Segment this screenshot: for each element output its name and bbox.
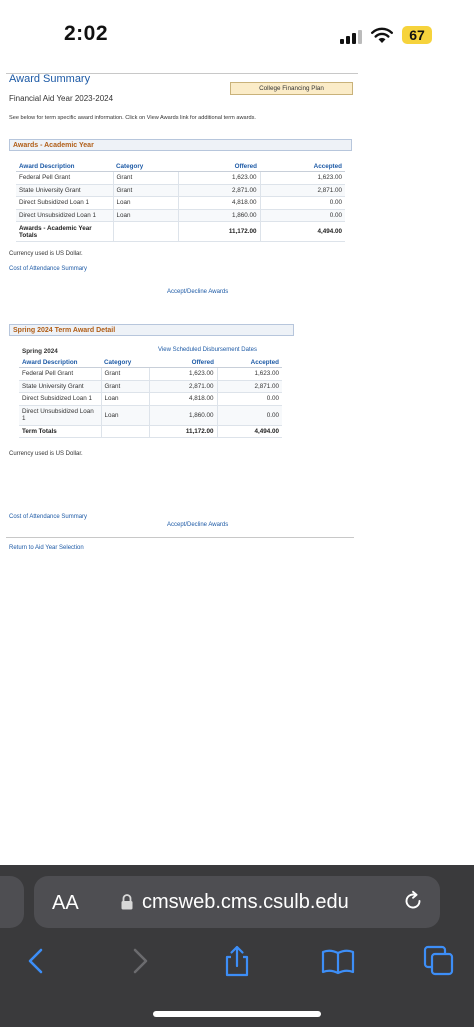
accept-decline-awards-link[interactable]: Accept/Decline Awards xyxy=(167,289,228,295)
award-offered: 4,818.00 xyxy=(148,392,217,406)
award-description: Direct Unsubsidized Loan 1 xyxy=(19,405,101,426)
col-offered: Offered xyxy=(149,357,217,368)
table-row: Federal Pell Grant Grant 1,623.00 1,623.… xyxy=(19,367,282,381)
award-description: State University Grant xyxy=(16,184,113,197)
return-to-aid-year-link[interactable]: Return to Aid Year Selection xyxy=(9,545,84,551)
table-row: State University Grant Grant 2,871.00 2,… xyxy=(16,184,345,197)
award-accepted: 2,871.00 xyxy=(216,380,282,393)
reader-options-button[interactable]: AA xyxy=(52,892,79,915)
table-row: Direct Unsubsidized Loan 1 Loan 1,860.00… xyxy=(16,209,345,222)
award-offered: 4,818.00 xyxy=(177,196,260,210)
currency-note: Currency used is US Dollar. xyxy=(9,251,83,257)
award-accepted: 0.00 xyxy=(216,392,282,406)
term-currency-note: Currency used is US Dollar. xyxy=(9,451,83,457)
page-title: Award Summary xyxy=(9,73,91,85)
totals-accepted: 4,494.00 xyxy=(216,425,282,438)
home-indicator xyxy=(153,1011,321,1017)
award-offered: 1,860.00 xyxy=(148,405,217,426)
totals-row: Awards - Academic Year Totals 11,172.00 4… xyxy=(16,221,345,242)
term-cost-of-attendance-link[interactable]: Cost of Attendance Summary xyxy=(9,514,87,520)
award-description: Federal Pell Grant xyxy=(19,367,101,381)
totals-offered: 11,172.00 xyxy=(148,425,217,438)
bookmarks-icon[interactable] xyxy=(321,944,355,978)
award-description-line2: 1 xyxy=(22,415,26,422)
lock-icon xyxy=(121,894,133,910)
previous-tab-edge[interactable] xyxy=(0,876,24,928)
battery-indicator: 67 xyxy=(402,26,432,44)
col-accepted: Accepted xyxy=(260,161,345,172)
award-category: Grant xyxy=(100,380,149,393)
footer-divider xyxy=(6,537,354,538)
table-row: State University Grant Grant 2,871.00 2,… xyxy=(19,380,282,393)
instructions-text: See below for term specific award inform… xyxy=(9,115,256,121)
award-accepted: 0.00 xyxy=(216,405,282,426)
award-offered: 1,623.00 xyxy=(148,367,217,381)
award-category: Loan xyxy=(112,209,178,222)
award-accepted: 0.00 xyxy=(259,196,345,210)
totals-category xyxy=(100,425,149,438)
back-icon[interactable] xyxy=(20,944,54,978)
totals-offered: 11,172.00 xyxy=(177,221,260,242)
totals-label: Term Totals xyxy=(19,425,101,438)
totals-accepted: 4,494.00 xyxy=(259,221,345,242)
award-description: Direct Subsidized Loan 1 xyxy=(16,196,113,210)
award-offered: 2,871.00 xyxy=(148,380,217,393)
cellular-signal-icon xyxy=(340,28,362,44)
view-scheduled-disbursement-link[interactable]: View Scheduled Disbursement Dates xyxy=(158,347,257,353)
award-description-line1: Direct Unsubsidized Loan xyxy=(22,408,94,415)
term-section-header: Spring 2024 Term Award Detail xyxy=(9,324,294,336)
award-category: Loan xyxy=(100,405,149,426)
academic-year-awards-table: Award Description Category Offered Accep… xyxy=(16,161,345,242)
col-category: Category xyxy=(113,161,178,172)
academic-year-section-header: Awards - Academic Year xyxy=(9,139,352,151)
award-accepted: 1,623.00 xyxy=(216,367,282,381)
tabs-icon[interactable] xyxy=(422,944,456,978)
table-header-row: Award Description Category Offered Accep… xyxy=(16,161,345,172)
table-header-row: Award Description Category Offered Accep… xyxy=(19,357,282,368)
award-offered: 1,623.00 xyxy=(177,171,260,185)
award-category: Loan xyxy=(100,392,149,406)
award-category: Grant xyxy=(100,367,149,381)
term-accept-decline-awards-link[interactable]: Accept/Decline Awards xyxy=(167,522,228,528)
term-awards-table: Award Description Category Offered Accep… xyxy=(19,357,282,438)
award-description: State University Grant xyxy=(19,380,101,393)
totals-label-line1: Awards - Academic Year xyxy=(19,224,92,232)
award-description: Direct Subsidized Loan 1 xyxy=(19,392,101,406)
totals-label: Awards - Academic Year Totals xyxy=(16,221,113,242)
totals-row: Term Totals 11,172.00 4,494.00 xyxy=(19,425,282,438)
award-category: Grant xyxy=(112,171,178,185)
award-offered: 2,871.00 xyxy=(177,184,260,197)
award-description: Direct Unsubsidized Loan 1 xyxy=(16,209,113,222)
col-offered: Offered xyxy=(178,161,260,172)
award-offered: 1,860.00 xyxy=(177,209,260,222)
award-accepted: 0.00 xyxy=(259,209,345,222)
award-category: Grant xyxy=(112,184,178,197)
table-row: Federal Pell Grant Grant 1,623.00 1,623.… xyxy=(16,171,345,185)
cost-of-attendance-link[interactable]: Cost of Attendance Summary xyxy=(9,266,87,272)
award-accepted: 1,623.00 xyxy=(259,171,345,185)
award-description: Federal Pell Grant xyxy=(16,171,113,185)
aid-year-label: Financial Aid Year 2023-2024 xyxy=(9,94,114,103)
reload-icon[interactable] xyxy=(402,890,424,912)
award-category: Loan xyxy=(112,196,178,210)
col-accepted: Accepted xyxy=(217,357,282,368)
term-label: Spring 2024 xyxy=(22,348,58,355)
url-text[interactable]: cmsweb.cms.csulb.edu xyxy=(142,891,349,914)
totals-label-line2: Totals xyxy=(19,231,38,239)
totals-category xyxy=(112,221,178,242)
col-category: Category xyxy=(101,357,149,368)
title-divider xyxy=(6,73,358,74)
col-award-description: Award Description xyxy=(16,161,113,172)
table-row: Direct Unsubsidized Loan 1 Loan 1,860.00 … xyxy=(19,405,282,426)
col-award-description: Award Description xyxy=(19,357,101,368)
table-row: Direct Subsidized Loan 1 Loan 4,818.00 0… xyxy=(19,392,282,406)
status-time: 2:02 xyxy=(64,22,109,45)
wifi-icon xyxy=(371,27,393,43)
table-row: Direct Subsidized Loan 1 Loan 4,818.00 0… xyxy=(16,196,345,210)
forward-icon[interactable] xyxy=(122,944,156,978)
share-icon[interactable] xyxy=(220,944,254,978)
award-accepted: 2,871.00 xyxy=(259,184,345,197)
college-financing-plan-button[interactable]: College Financing Plan xyxy=(230,82,353,95)
